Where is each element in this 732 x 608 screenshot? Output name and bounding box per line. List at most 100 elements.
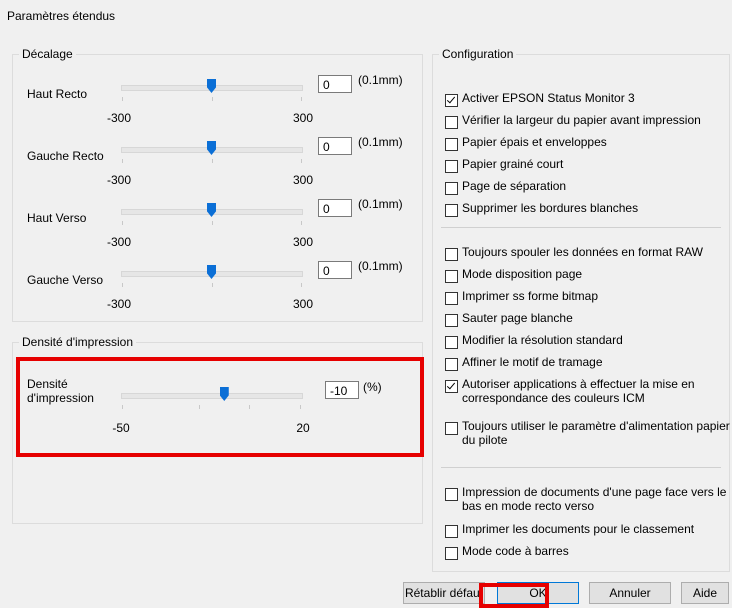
- decalage-unit: (0.1mm): [358, 135, 403, 149]
- densite-group: Densité d'impression Densité d'impressio…: [12, 335, 423, 524]
- config-option-label: Page de séparation: [462, 179, 567, 193]
- checkbox-checked[interactable]: [445, 380, 458, 393]
- densite-max-label: 20: [296, 421, 310, 435]
- decalage-slider-tick: [301, 283, 302, 287]
- densite-tick: [300, 405, 301, 409]
- checkbox-unchecked[interactable]: [445, 270, 458, 283]
- decalage-slider-tick: [301, 221, 302, 225]
- config-option[interactable]: Papier épais et enveloppes: [445, 135, 732, 153]
- config-option-label: Imprimer ss forme bitmap: [462, 289, 599, 303]
- densite-label: Densité d'impression: [27, 377, 94, 405]
- config-option[interactable]: Autoriser applications à effectuer la mi…: [445, 377, 732, 405]
- checkbox-unchecked[interactable]: [445, 204, 458, 217]
- densite-tick: [122, 405, 123, 409]
- checkbox-unchecked[interactable]: [445, 358, 458, 371]
- config-divider: [441, 227, 721, 228]
- config-option[interactable]: Toujours spouler les données en format R…: [445, 245, 732, 263]
- decalage-slider-label: Haut Recto: [27, 87, 88, 101]
- decalage-value-input[interactable]: 0: [318, 75, 352, 93]
- decalage-slider-tick: [212, 283, 213, 287]
- decalage-value-input[interactable]: 0: [318, 199, 352, 217]
- densite-min-label: -50: [112, 421, 130, 435]
- decalage-value-input[interactable]: 0: [318, 137, 352, 155]
- config-option-label: Imprimer les documents pour le classemen…: [462, 522, 695, 536]
- config-option[interactable]: Imprimer les documents pour le classemen…: [445, 522, 732, 540]
- decalage-legend: Décalage: [19, 47, 76, 61]
- config-option[interactable]: Toujours utiliser le paramètre d'aliment…: [445, 419, 732, 447]
- config-option[interactable]: Modifier la résolution standard: [445, 333, 732, 351]
- config-option[interactable]: Supprimer les bordures blanches: [445, 201, 732, 219]
- decalage-max-label: 300: [292, 173, 314, 187]
- configuration-group: Configuration Activer EPSON Status Monit…: [432, 47, 732, 572]
- checkbox-unchecked[interactable]: [445, 314, 458, 327]
- decalage-slider-tick: [212, 221, 213, 225]
- decalage-min-label: -300: [106, 173, 132, 187]
- window-title: Paramètres étendus: [7, 9, 116, 23]
- config-option[interactable]: Mode code à barres: [445, 544, 732, 562]
- config-option[interactable]: Affiner le motif de tramage: [445, 355, 732, 373]
- decalage-group: Décalage Haut Recto -300 300 0 (0.1mm) Gauche…: [12, 47, 423, 322]
- checkbox-unchecked[interactable]: [445, 336, 458, 349]
- decalage-slider-tick: [301, 159, 302, 163]
- checkbox-checked[interactable]: [445, 94, 458, 107]
- config-option-label: Toujours utiliser le paramètre d'aliment…: [462, 419, 730, 447]
- decalage-slider-label: Gauche Recto: [27, 149, 104, 163]
- checkbox-unchecked[interactable]: [445, 488, 458, 501]
- help-button[interactable]: Aide: [681, 582, 729, 604]
- densite-tick: [199, 405, 200, 409]
- decalage-value-input[interactable]: 0: [318, 261, 352, 279]
- densite-slider-track[interactable]: [121, 393, 303, 399]
- decalage-max-label: 300: [292, 235, 314, 249]
- decalage-slider-tick: [301, 97, 302, 101]
- config-option[interactable]: Vérifier la largeur du papier avant impr…: [445, 113, 732, 131]
- checkbox-unchecked[interactable]: [445, 422, 458, 435]
- config-option[interactable]: Papier grainé court: [445, 157, 732, 175]
- config-option-label: Sauter page blanche: [462, 311, 573, 325]
- densite-unit: (%): [363, 380, 382, 394]
- decalage-slider-tick: [122, 159, 123, 163]
- config-option-label: Mode code à barres: [462, 544, 569, 558]
- decalage-slider-label: Gauche Verso: [27, 273, 104, 287]
- config-option-label: Toujours spouler les données en format R…: [462, 245, 704, 259]
- config-option-label: Autoriser applications à effectuer la mi…: [462, 377, 695, 405]
- decalage-slider-label: Haut Verso: [27, 211, 87, 225]
- decalage-slider-tick: [122, 97, 123, 101]
- decalage-max-label: 300: [292, 297, 314, 311]
- config-option-label: Mode disposition page: [462, 267, 583, 281]
- config-option[interactable]: Imprimer ss forme bitmap: [445, 289, 732, 307]
- config-option[interactable]: Impression de documents d'une page face …: [445, 485, 732, 513]
- checkbox-unchecked[interactable]: [445, 138, 458, 151]
- ok-button[interactable]: OK: [497, 582, 579, 604]
- config-option-label: Papier grainé court: [462, 157, 564, 171]
- decalage-unit: (0.1mm): [358, 259, 403, 273]
- checkbox-unchecked[interactable]: [445, 525, 458, 538]
- checkbox-unchecked[interactable]: [445, 248, 458, 261]
- decalage-min-label: -300: [106, 235, 132, 249]
- config-option[interactable]: Activer EPSON Status Monitor 3: [445, 91, 732, 109]
- checkbox-unchecked[interactable]: [445, 160, 458, 173]
- checkbox-unchecked[interactable]: [445, 292, 458, 305]
- configuration-legend: Configuration: [439, 47, 517, 61]
- cancel-button[interactable]: Annuler: [589, 582, 671, 604]
- config-option-label: Papier épais et enveloppes: [462, 135, 607, 149]
- config-option-label: Affiner le motif de tramage: [462, 355, 603, 369]
- decalage-min-label: -300: [106, 111, 132, 125]
- decalage-min-label: -300: [106, 297, 132, 311]
- reset-default-button[interactable]: Rétablir défaut: [403, 582, 485, 604]
- config-option[interactable]: Mode disposition page: [445, 267, 732, 285]
- config-option-label: Vérifier la largeur du papier avant impr…: [462, 113, 701, 127]
- config-option[interactable]: Page de séparation: [445, 179, 732, 197]
- checkbox-unchecked[interactable]: [445, 182, 458, 195]
- config-option[interactable]: Sauter page blanche: [445, 311, 732, 329]
- densite-input[interactable]: -10: [325, 381, 359, 399]
- config-option-label: Modifier la résolution standard: [462, 333, 623, 347]
- config-option-label: Impression de documents d'une page face …: [462, 485, 727, 513]
- decalage-slider-tick: [212, 159, 213, 163]
- decalage-slider-tick: [122, 221, 123, 225]
- checkbox-unchecked[interactable]: [445, 116, 458, 129]
- densite-tick: [249, 405, 250, 409]
- checkbox-unchecked[interactable]: [445, 547, 458, 560]
- decalage-slider-tick: [122, 283, 123, 287]
- config-option-label: Activer EPSON Status Monitor 3: [462, 91, 635, 105]
- decalage-max-label: 300: [292, 111, 314, 125]
